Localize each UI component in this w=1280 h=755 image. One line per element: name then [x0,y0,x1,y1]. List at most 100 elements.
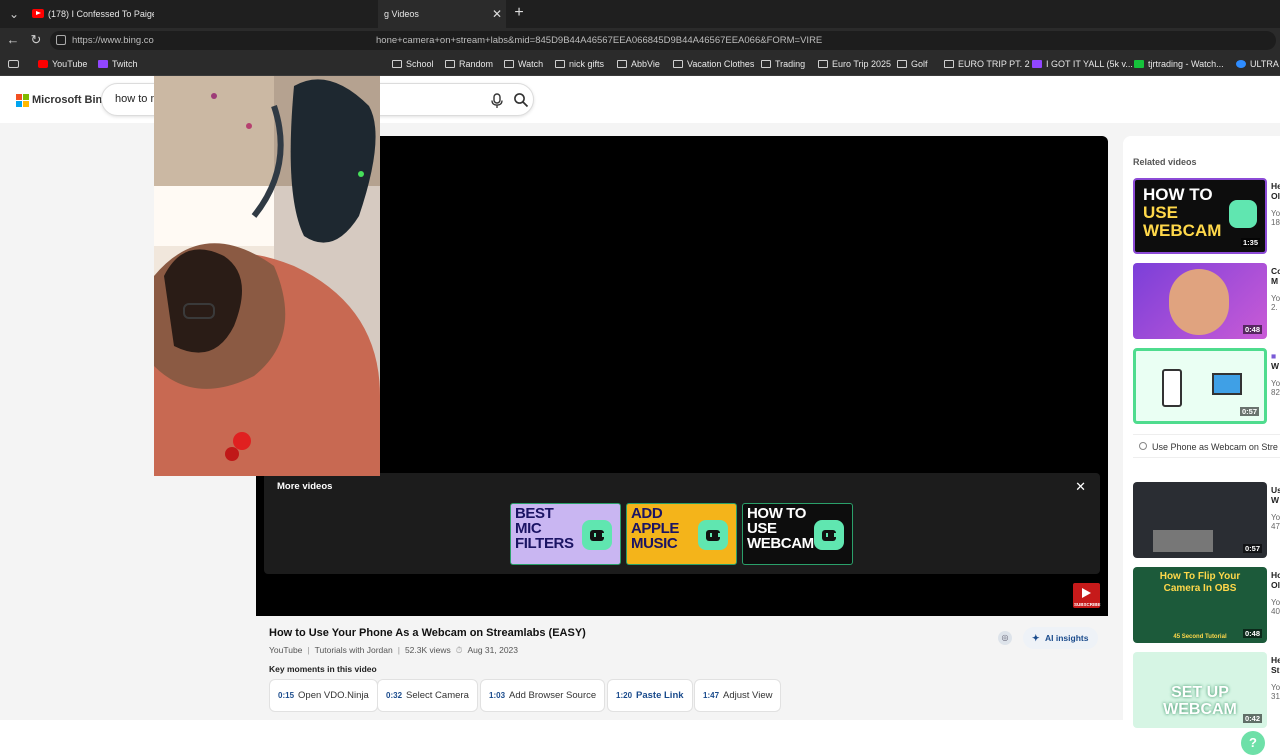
more-videos-title: More videos [277,481,333,492]
microphone-icon[interactable] [490,93,504,109]
key-moment-chip[interactable]: 0:32 Select Camera [377,679,478,712]
bookmark-tjrtrading[interactable]: tjrtrading - Watch... [1134,52,1224,76]
address-bar[interactable]: https://www.bing.co hone+camera+on+strea… [50,31,1276,50]
bookmark-random[interactable]: Random [445,52,493,76]
bookmark-golf[interactable]: Golf [897,52,928,76]
tab-list-chevron-icon[interactable]: ⌄ [6,6,22,22]
bookmark-ultra[interactable]: ULTRA [1236,52,1279,76]
related-video-thumb[interactable]: How To Flip Your Camera In OBS 45 Second… [1133,567,1267,643]
thumb-text: HOW TO USE WEBCAM [747,506,814,551]
bing-logo[interactable]: Microsoft Bing [16,92,109,108]
related-video-title[interactable]: He St [1271,655,1280,675]
moment-time: 1:47 [703,691,720,700]
title-line: St [1271,665,1280,675]
related-video-meta: Yo 40 [1271,598,1280,616]
related-video-thumb[interactable]: 0:48 [1133,263,1267,339]
meta-line: 31 [1271,692,1280,701]
copilot-icon[interactable]: ◎ [998,631,1012,645]
more-video-thumb[interactable]: HOW TO USE WEBCAM [742,503,853,565]
reading-list-icon[interactable] [8,60,19,68]
back-arrow-icon[interactable]: ← [5,32,21,48]
key-moment-chip[interactable]: 1:20 Paste Link [607,679,693,712]
folder-icon [897,60,907,68]
related-video-meta: Yo 18 [1271,209,1280,227]
bookmark-school[interactable]: School [392,52,434,76]
bookmark-nick-gifts[interactable]: nick gifts [555,52,604,76]
title-line: W [1271,495,1280,505]
more-video-thumb[interactable]: ADD APPLE MUSIC [626,503,737,565]
moment-label: Open VDO.Ninja [298,690,369,701]
tab-label: g Videos [384,9,419,19]
key-moment-chip[interactable]: 1:03 Add Browser Source [480,679,606,712]
bookmark-vacation-clothes[interactable]: Vacation Clothes [673,52,754,76]
search-icon[interactable] [513,92,529,108]
related-video-title[interactable]: Ho Ol [1271,570,1280,590]
moment-time: 0:15 [278,691,295,700]
bookmark-watch[interactable]: Watch [504,52,543,76]
moment-label: Select Camera [406,690,469,701]
folder-icon [504,60,514,68]
related-video-thumb[interactable]: 0:57 [1133,348,1267,424]
video-duration: 0:57 [1242,544,1262,553]
meta-line: Yo [1271,379,1280,388]
thumb-line: USE [747,520,777,537]
tab-bing-videos[interactable]: g Videos ✕ [378,0,506,28]
bookmark-abbvie[interactable]: AbbVie [617,52,660,76]
title-line: Us [1271,485,1280,495]
address-url-end: hone+camera+on+stream+labs&mid=845D9B44A… [376,35,823,46]
video-title[interactable]: How to Use Your Phone As a Webcam on Str… [269,627,586,639]
site-info-icon[interactable] [56,35,66,45]
tab-youtube[interactable]: (178) I Confessed To Paige... - [28,0,154,28]
reload-icon[interactable]: ↻ [28,32,44,48]
phone-icon [1162,369,1182,407]
related-video-title[interactable]: Co M [1271,266,1280,286]
related-video-thumb[interactable]: SET UP WEBCAM 0:42 [1133,652,1267,728]
bookmark-twitch[interactable]: Twitch [98,52,138,76]
thumb-line: BEST [515,505,554,522]
video-duration: 0:57 [1239,407,1259,416]
bookmark-euro-trip-pt2[interactable]: EURO TRIP PT. 2 [944,52,1030,76]
thumb-line: USE [1143,203,1178,222]
thumb-text: ADD APPLE MUSIC [631,506,679,551]
meta-line: 47 [1271,522,1280,531]
help-question-icon[interactable]: ? [1241,731,1265,755]
bookmark-trading[interactable]: Trading [761,52,805,76]
bookmark-i-got-it-yall[interactable]: I GOT IT YALL (5k v... [1032,52,1133,76]
related-video-title[interactable]: ■ W [1271,351,1279,371]
meta-line: 18 [1271,218,1280,227]
kick-icon [1134,60,1144,68]
meta-separator: | [397,645,400,655]
key-moment-chip[interactable]: 1:47 Adjust View [694,679,782,712]
related-video-thumb[interactable]: 0:57 [1133,482,1267,558]
related-video-title[interactable]: He Ol [1271,181,1280,201]
bookmark-youtube[interactable]: YouTube [38,52,87,76]
meta-line: 40 [1271,607,1280,616]
folder-icon [673,60,683,68]
video-duration: 0:48 [1242,629,1262,638]
bookmark-euro-trip-2025[interactable]: Euro Trip 2025 [818,52,891,76]
youtube-icon [38,60,48,68]
thumb-text: How To Flip Your Camera In OBS [1133,571,1267,595]
video-source[interactable]: YouTube [269,645,302,655]
related-video-thumb[interactable]: HOW TO USE WEBCAM 1:35 [1133,178,1267,254]
ai-insights-button[interactable]: AI insights [1023,627,1099,649]
related-video-title[interactable]: Us W [1271,485,1280,505]
new-tab-plus-icon[interactable]: + [510,4,528,22]
browser-toolbar: ← ↻ https://www.bing.co hone+camera+on+s… [0,28,1280,52]
key-moment-chip[interactable]: 0:15 Open VDO.Ninja [269,679,378,712]
meta-line: Yo [1271,598,1280,607]
close-icon[interactable]: ✕ [1075,479,1086,495]
video-meta: YouTube | Tutorials with Jordan | 52.3K view… [269,645,518,656]
moment-label: Adjust View [723,690,773,701]
youtube-subscribe-icon[interactable]: SUBSCRIBE [1073,583,1101,608]
streamlabs-bot-icon [582,520,612,550]
folder-icon [944,60,954,68]
close-tab-icon[interactable]: ✕ [492,0,502,28]
logo-square [16,94,22,100]
video-channel[interactable]: Tutorials with Jordan [315,645,393,655]
more-video-thumb[interactable]: BEST MIC FILTERS [510,503,621,565]
bullet-icon: ■ [1271,351,1277,361]
related-search-suggestion[interactable]: Use Phone as Webcam on Stre [1133,434,1280,458]
moment-label: Add Browser Source [509,690,597,701]
video-player[interactable]: More videos ✕ BEST MIC FILTERS ADD APPLE… [256,136,1108,616]
